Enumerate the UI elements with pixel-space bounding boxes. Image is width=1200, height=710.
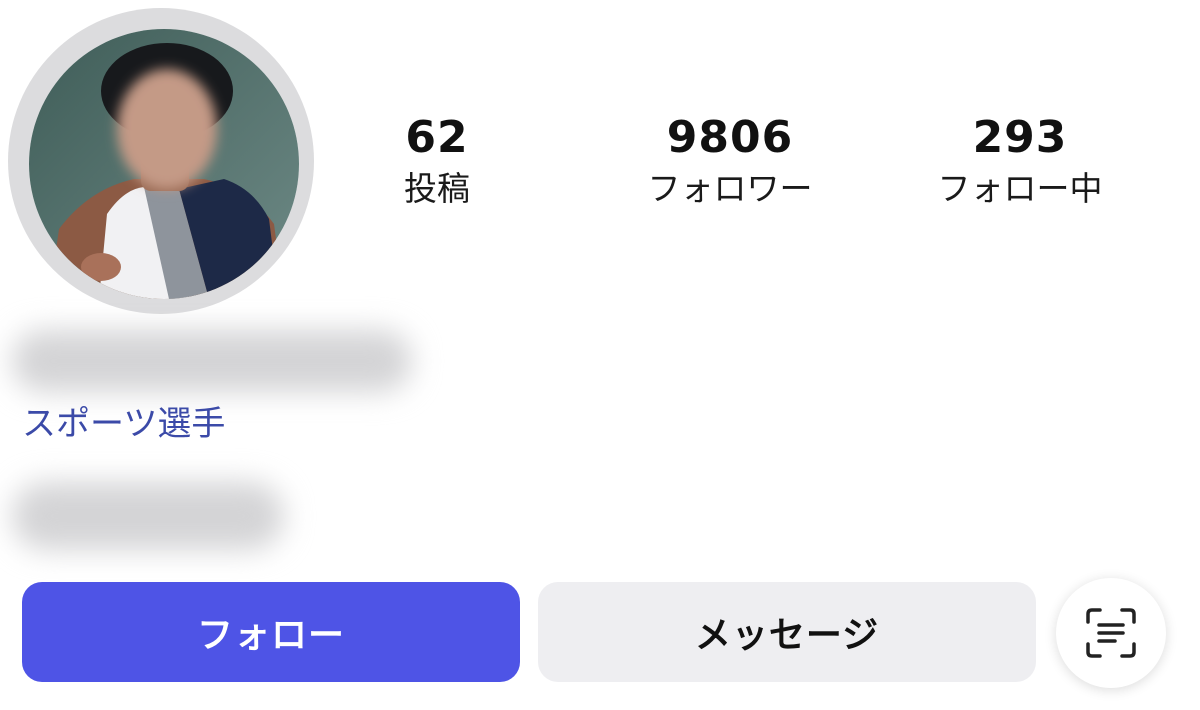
profile-category: スポーツ選手 <box>22 404 226 444</box>
follow-button[interactable]: フォロー <box>22 582 520 682</box>
message-button[interactable]: メッセージ <box>538 582 1036 682</box>
text-scan-button[interactable] <box>1056 578 1166 688</box>
following-count: 293 <box>972 112 1068 163</box>
posts-label: 投稿 <box>404 169 470 208</box>
text-scan-icon <box>1086 608 1136 658</box>
posts-count: 62 <box>405 112 469 163</box>
following-stat[interactable]: 293 フォロー中 <box>890 112 1150 212</box>
following-label: フォロー中 <box>937 169 1103 208</box>
avatar[interactable] <box>29 29 299 299</box>
avatar-ring[interactable] <box>8 8 314 314</box>
redacted-bio <box>12 482 284 550</box>
posts-stat[interactable]: 62 投稿 <box>307 112 567 212</box>
followers-count: 9806 <box>666 112 794 163</box>
followers-stat[interactable]: 9806 フォロワー <box>600 112 860 212</box>
followers-label: フォロワー <box>647 169 813 208</box>
profile-photo <box>29 29 299 299</box>
redacted-name <box>12 330 412 392</box>
